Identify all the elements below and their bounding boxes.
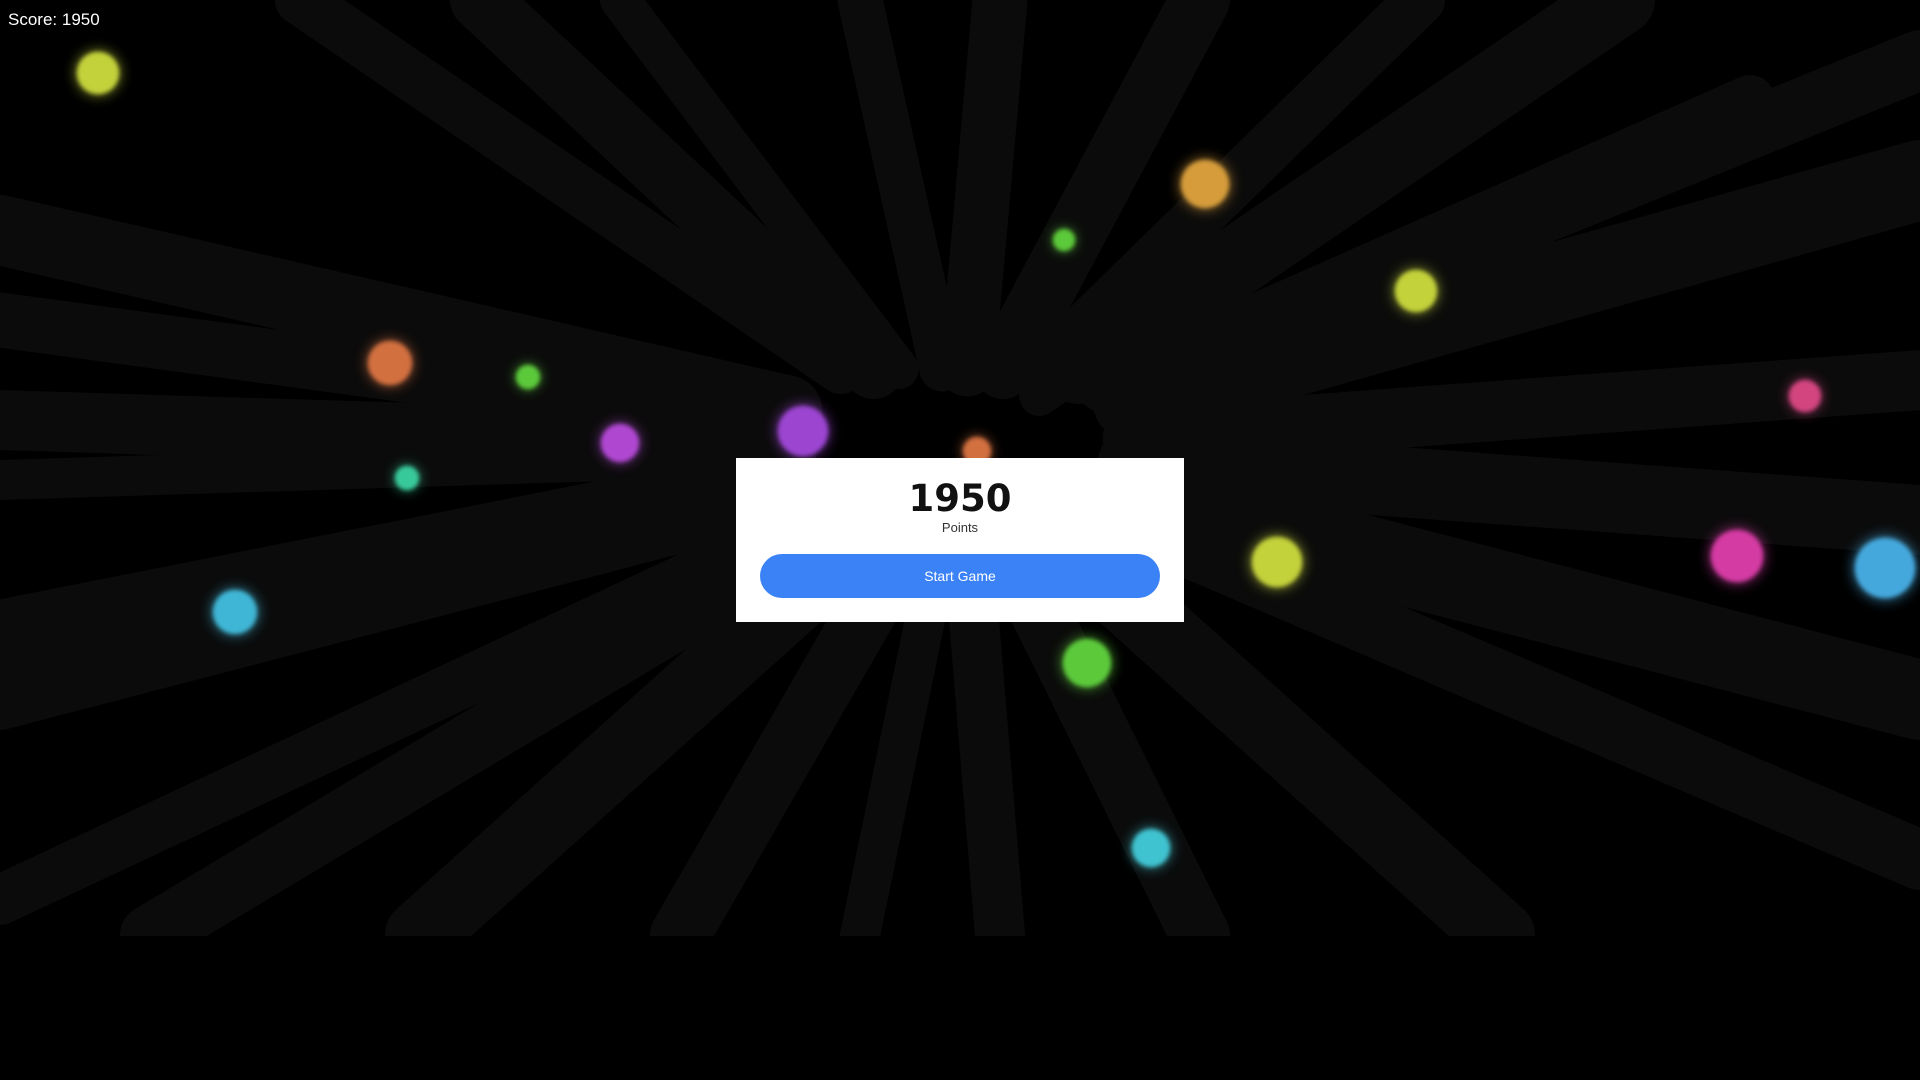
glowing-orb: [1178, 157, 1232, 211]
glowing-orb: [210, 587, 260, 637]
glowing-orb: [1130, 827, 1172, 869]
glowing-orb: [74, 49, 122, 97]
glowing-orb: [393, 464, 421, 492]
start-game-button[interactable]: Start Game: [760, 554, 1160, 598]
game-over-panel: 1950 Points Start Game: [736, 458, 1184, 622]
glowing-orb: [1392, 267, 1440, 315]
glowing-orb: [1787, 378, 1823, 414]
glowing-orb: [1852, 535, 1918, 601]
points-label: Points: [941, 520, 979, 535]
glowing-orb: [1060, 636, 1114, 690]
motion-streak: [939, 0, 1028, 397]
glowing-orb: [365, 338, 415, 388]
bottom-band: [0, 936, 1920, 1080]
glowing-orb: [775, 403, 831, 459]
final-score: 1950: [908, 477, 1012, 520]
glowing-orb: [1249, 534, 1305, 590]
glowing-orb: [1051, 227, 1077, 253]
hud-score-value: 1950: [61, 10, 100, 29]
glowing-orb: [599, 422, 641, 464]
glowing-orb: [514, 363, 542, 391]
game-canvas: Score: 1950 1950 Points Start Game: [0, 0, 1920, 1080]
hud-score: Score: 1950: [8, 10, 100, 30]
hud-score-label: Score:: [8, 10, 58, 29]
glowing-orb: [1708, 527, 1766, 585]
